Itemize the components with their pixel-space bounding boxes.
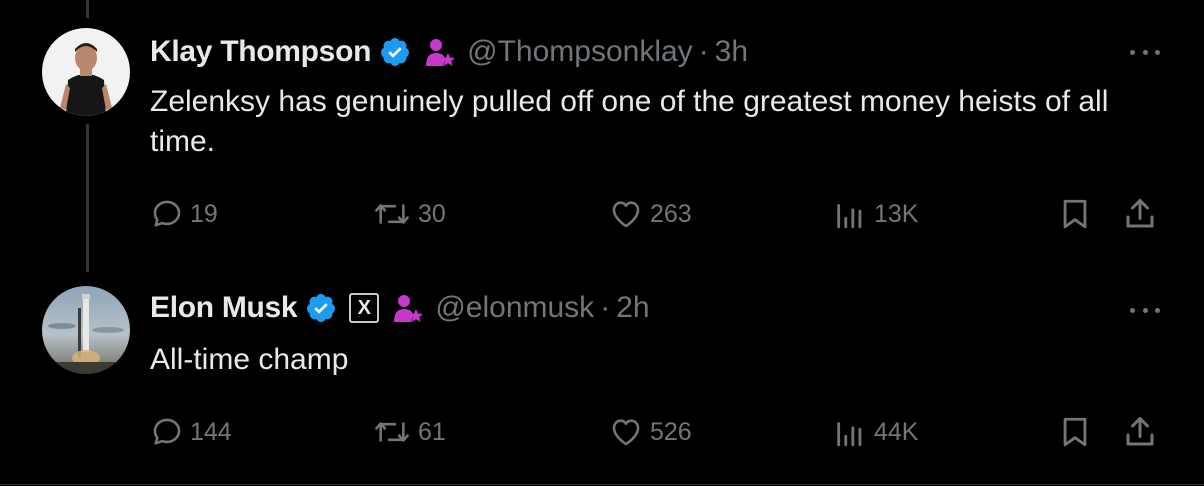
views-button[interactable]: 13K	[832, 194, 918, 234]
tweet-klay-thompson[interactable]: Klay Thompson @Thompsonklay · 3h Zelenks…	[0, 0, 1204, 270]
more-options-icon[interactable]	[1130, 42, 1160, 62]
tweet-header: Klay Thompson @Thompsonklay · 3h	[150, 32, 748, 72]
affiliate-user-icon	[391, 292, 425, 324]
bookmark-button[interactable]	[1058, 412, 1098, 452]
share-button[interactable]	[1122, 412, 1164, 452]
affiliate-user-icon	[423, 36, 457, 68]
author-handle[interactable]: @Thompsonklay	[467, 35, 693, 69]
tweet-text: Zelenksy has genuinely pulled off one of…	[150, 85, 1109, 158]
reply-count: 144	[190, 417, 232, 446]
tweet-header: Elon Musk X @elonmusk · 2h	[150, 288, 650, 328]
repost-button[interactable]: 30	[372, 194, 446, 234]
view-count: 13K	[874, 199, 919, 228]
separator-dot: ·	[600, 291, 611, 324]
more-options-icon[interactable]	[1130, 300, 1160, 320]
tweet-elon-musk[interactable]: Elon Musk X @elonmusk · 2h All-time cham…	[0, 270, 1204, 486]
verified-badge-icon	[379, 36, 411, 68]
like-count: 526	[650, 417, 692, 446]
tweet-timestamp[interactable]: 2h	[616, 291, 649, 325]
share-button[interactable]	[1122, 194, 1164, 234]
reply-icon	[153, 200, 181, 227]
view-count: 44K	[874, 417, 919, 446]
repost-count: 30	[418, 199, 446, 228]
author-name[interactable]: Elon Musk	[150, 291, 298, 325]
share-icon	[1126, 199, 1154, 228]
author-name[interactable]: Klay Thompson	[150, 35, 371, 69]
tweet-timestamp[interactable]: 3h	[715, 35, 748, 69]
like-button[interactable]: 526	[608, 412, 692, 452]
views-chart-icon	[837, 422, 862, 447]
repost-button[interactable]: 61	[372, 412, 446, 452]
reply-button[interactable]: 144	[150, 412, 232, 452]
like-button[interactable]: 263	[608, 194, 692, 234]
reply-icon	[153, 418, 181, 445]
like-count: 263	[650, 199, 692, 228]
avatar-klay-thompson[interactable]	[42, 28, 130, 116]
reply-count: 19	[190, 199, 218, 228]
bookmark-button[interactable]	[1058, 194, 1098, 234]
author-handle[interactable]: @elonmusk	[435, 291, 594, 325]
repost-count: 61	[418, 417, 446, 446]
avatar-elon-musk[interactable]	[42, 286, 130, 374]
views-button[interactable]: 44K	[832, 412, 918, 452]
reply-button[interactable]: 19	[150, 194, 218, 234]
separator-dot: ·	[698, 35, 709, 68]
heart-icon	[612, 419, 640, 446]
tweet-text: All-time champ	[150, 343, 349, 376]
bookmark-icon	[1063, 417, 1087, 447]
bottom-divider	[0, 484, 1204, 485]
share-icon	[1126, 417, 1154, 446]
tweet-actions: 19 30 263 13K	[150, 194, 1170, 234]
tweet-actions: 144 61 526 44K	[150, 412, 1170, 452]
verified-badge-icon	[305, 292, 337, 324]
repost-icon	[375, 422, 409, 442]
bookmark-icon	[1063, 199, 1087, 229]
views-chart-icon	[837, 204, 862, 229]
heart-icon	[612, 201, 640, 228]
x-org-badge-icon: X	[349, 293, 380, 323]
repost-icon	[375, 204, 409, 224]
